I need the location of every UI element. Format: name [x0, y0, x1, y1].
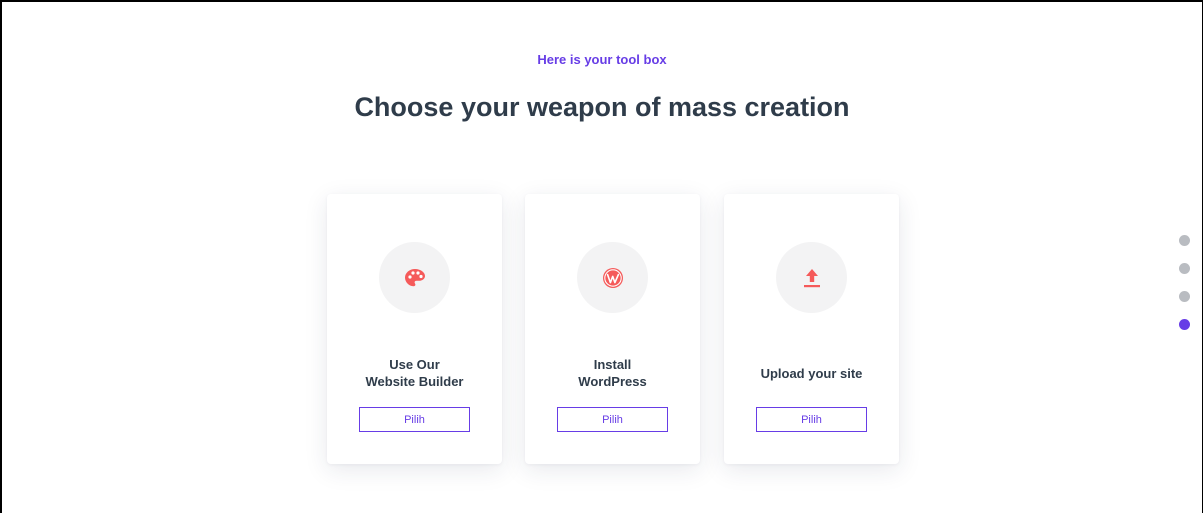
card-upload-site: Upload your site Pilih [724, 194, 899, 464]
pagination-dot-3[interactable] [1179, 291, 1190, 302]
icon-badge [577, 242, 648, 313]
upload-icon [803, 268, 820, 287]
card-label-line: WordPress [578, 374, 647, 389]
card-label-line: Use Our [389, 357, 440, 372]
pagination-dot-2[interactable] [1179, 263, 1190, 274]
icon-badge [776, 242, 847, 313]
card-label: Use Our Website Builder [327, 356, 502, 390]
page-frame: Here is your tool box Choose your weapon… [0, 0, 1203, 513]
card-label: Install WordPress [525, 356, 700, 390]
section-pagination [1179, 235, 1190, 330]
icon-badge [379, 242, 450, 313]
card-label: Upload your site [724, 365, 899, 382]
card-label-line: Install [593, 357, 632, 372]
page-title: Choose your weapon of mass creation [354, 92, 850, 122]
card-install-wordpress: Install WordPress Pilih [525, 194, 700, 464]
pick-website-builder-button[interactable]: Pilih [359, 407, 470, 432]
card-website-builder: Use Our Website Builder Pilih [327, 194, 502, 464]
pick-install-wordpress-button[interactable]: Pilih [557, 407, 668, 432]
card-label-line: Upload your site [760, 366, 863, 381]
pagination-dot-4-active[interactable] [1179, 319, 1190, 330]
card-label-line: Website Builder [365, 374, 464, 389]
pagination-dot-1[interactable] [1179, 235, 1190, 246]
palette-icon [404, 268, 425, 286]
wordpress-icon [602, 267, 623, 288]
pick-upload-site-button[interactable]: Pilih [756, 407, 867, 432]
section-eyebrow: Here is your tool box [537, 52, 667, 67]
